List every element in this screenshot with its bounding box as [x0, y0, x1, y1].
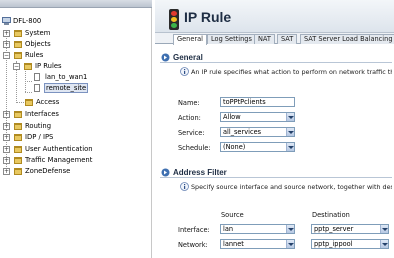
- tree-item-label: System: [25, 29, 51, 37]
- folder-icon: [14, 52, 22, 59]
- tree-line: [25, 81, 32, 82]
- tree-item-label: lan_to_wan1: [45, 73, 88, 81]
- source-interface-value: lan: [223, 225, 234, 233]
- chevron-down-icon[interactable]: [286, 240, 294, 248]
- tab-general[interactable]: General: [173, 34, 207, 45]
- folder-icon: [14, 41, 22, 48]
- tab-sat-server-load-balancing[interactable]: SAT Server Load Balancing: [300, 34, 394, 44]
- navigation-tree: DFL-800 + System + Objects − Rules − IP …: [0, 0, 152, 258]
- expand-icon[interactable]: +: [3, 123, 10, 130]
- tree-item-label: Routing: [25, 122, 52, 130]
- schedule-select-value: (None): [223, 143, 246, 151]
- chevron-down-icon[interactable]: [286, 143, 294, 151]
- tree-line: [25, 92, 32, 93]
- tree-root-label: DFL-800: [13, 17, 42, 25]
- tree-item-label: IDP / IPS: [25, 133, 54, 141]
- address-filter-description: Specify source interface and source netw…: [191, 183, 392, 191]
- folder-icon: [14, 146, 22, 153]
- tree-item-label: User Authentication: [25, 145, 93, 153]
- folder-icon: [14, 111, 22, 118]
- service-label: Service:: [178, 129, 205, 137]
- folder-icon: [14, 157, 22, 164]
- action-select-value: Allow: [223, 113, 241, 121]
- name-label: Name:: [178, 99, 200, 107]
- chevron-down-icon[interactable]: [286, 113, 294, 121]
- tree-header-bar: [0, 0, 152, 8]
- destination-network-value: pptp_ippool: [314, 240, 353, 248]
- action-label: Action:: [178, 114, 201, 122]
- address-filter-section-header: Address Filter: [160, 166, 392, 178]
- section-arrow-icon: [161, 168, 170, 177]
- schedule-select[interactable]: (None): [220, 142, 295, 152]
- chevron-down-icon[interactable]: [286, 128, 294, 136]
- traffic-light-icon: [169, 9, 179, 30]
- tree-item-label: Access: [36, 98, 60, 106]
- service-select-value: all_services: [223, 128, 262, 136]
- expand-icon[interactable]: +: [3, 41, 10, 48]
- tree-item-label: Rules: [25, 51, 44, 59]
- schedule-label: Schedule:: [178, 144, 211, 152]
- source-interface-select[interactable]: lan: [220, 224, 295, 234]
- destination-interface-select[interactable]: pptp_server: [311, 224, 389, 234]
- expand-icon[interactable]: +: [3, 146, 10, 153]
- destination-column-header: Destination: [312, 211, 350, 219]
- expand-icon[interactable]: +: [3, 157, 10, 164]
- chevron-down-icon[interactable]: [286, 225, 294, 233]
- source-network-value: lannet: [223, 240, 244, 248]
- action-select[interactable]: Allow: [220, 112, 295, 122]
- folder-icon: [25, 99, 33, 106]
- info-icon: [180, 67, 189, 76]
- content-panel: IP Rule General Log Settings NAT SAT SAT…: [155, 0, 394, 258]
- general-section-header: General: [160, 51, 392, 63]
- collapse-icon[interactable]: −: [3, 52, 10, 59]
- info-icon: [180, 182, 189, 191]
- destination-interface-value: pptp_server: [314, 225, 354, 233]
- destination-network-select[interactable]: pptp_ippool: [311, 239, 389, 249]
- firewall-device-icon: [2, 17, 11, 25]
- name-input[interactable]: toPPtPclients: [220, 97, 295, 107]
- expand-icon[interactable]: +: [3, 30, 10, 37]
- chevron-down-icon[interactable]: [380, 225, 388, 233]
- source-column-header: Source: [221, 211, 244, 219]
- general-description: An IP rule specifies what action to perf…: [191, 68, 392, 76]
- tree-item-label: Traffic Management: [25, 156, 93, 164]
- tab-bar: General Log Settings NAT SAT SAT Server …: [155, 33, 394, 45]
- collapse-icon[interactable]: −: [13, 63, 20, 70]
- rule-icon: [34, 73, 40, 81]
- tree-item-label: ZoneDefense: [25, 167, 71, 175]
- source-network-select[interactable]: lannet: [220, 239, 295, 249]
- expand-icon[interactable]: +: [3, 111, 10, 118]
- tree-line: [16, 102, 24, 103]
- network-label: Network:: [178, 241, 208, 249]
- tree-item-label: IP Rules: [35, 62, 62, 70]
- tree-item-label-selected: remote_site: [44, 83, 89, 93]
- tree-item-label: Interfaces: [25, 110, 59, 118]
- folder-icon: [14, 168, 22, 175]
- service-select[interactable]: all_services: [220, 127, 295, 137]
- general-section-title: General: [173, 53, 203, 62]
- address-filter-section-title: Address Filter: [173, 168, 227, 177]
- title-bar: IP Rule: [155, 0, 394, 33]
- interface-label: Interface:: [178, 226, 210, 234]
- expand-icon[interactable]: +: [3, 168, 10, 175]
- folder-icon: [24, 63, 32, 70]
- section-arrow-icon: [161, 53, 170, 62]
- chevron-down-icon[interactable]: [380, 240, 388, 248]
- tab-nat[interactable]: NAT: [254, 34, 275, 44]
- tab-sat[interactable]: SAT: [277, 34, 298, 44]
- tree-item-label: Objects: [25, 40, 51, 48]
- folder-icon: [14, 123, 22, 130]
- folder-icon: [14, 134, 22, 141]
- tab-log-settings[interactable]: Log Settings: [207, 34, 256, 44]
- page-title: IP Rule: [184, 9, 232, 25]
- rule-icon: [34, 84, 40, 92]
- folder-icon: [14, 30, 22, 37]
- expand-icon[interactable]: +: [3, 134, 10, 141]
